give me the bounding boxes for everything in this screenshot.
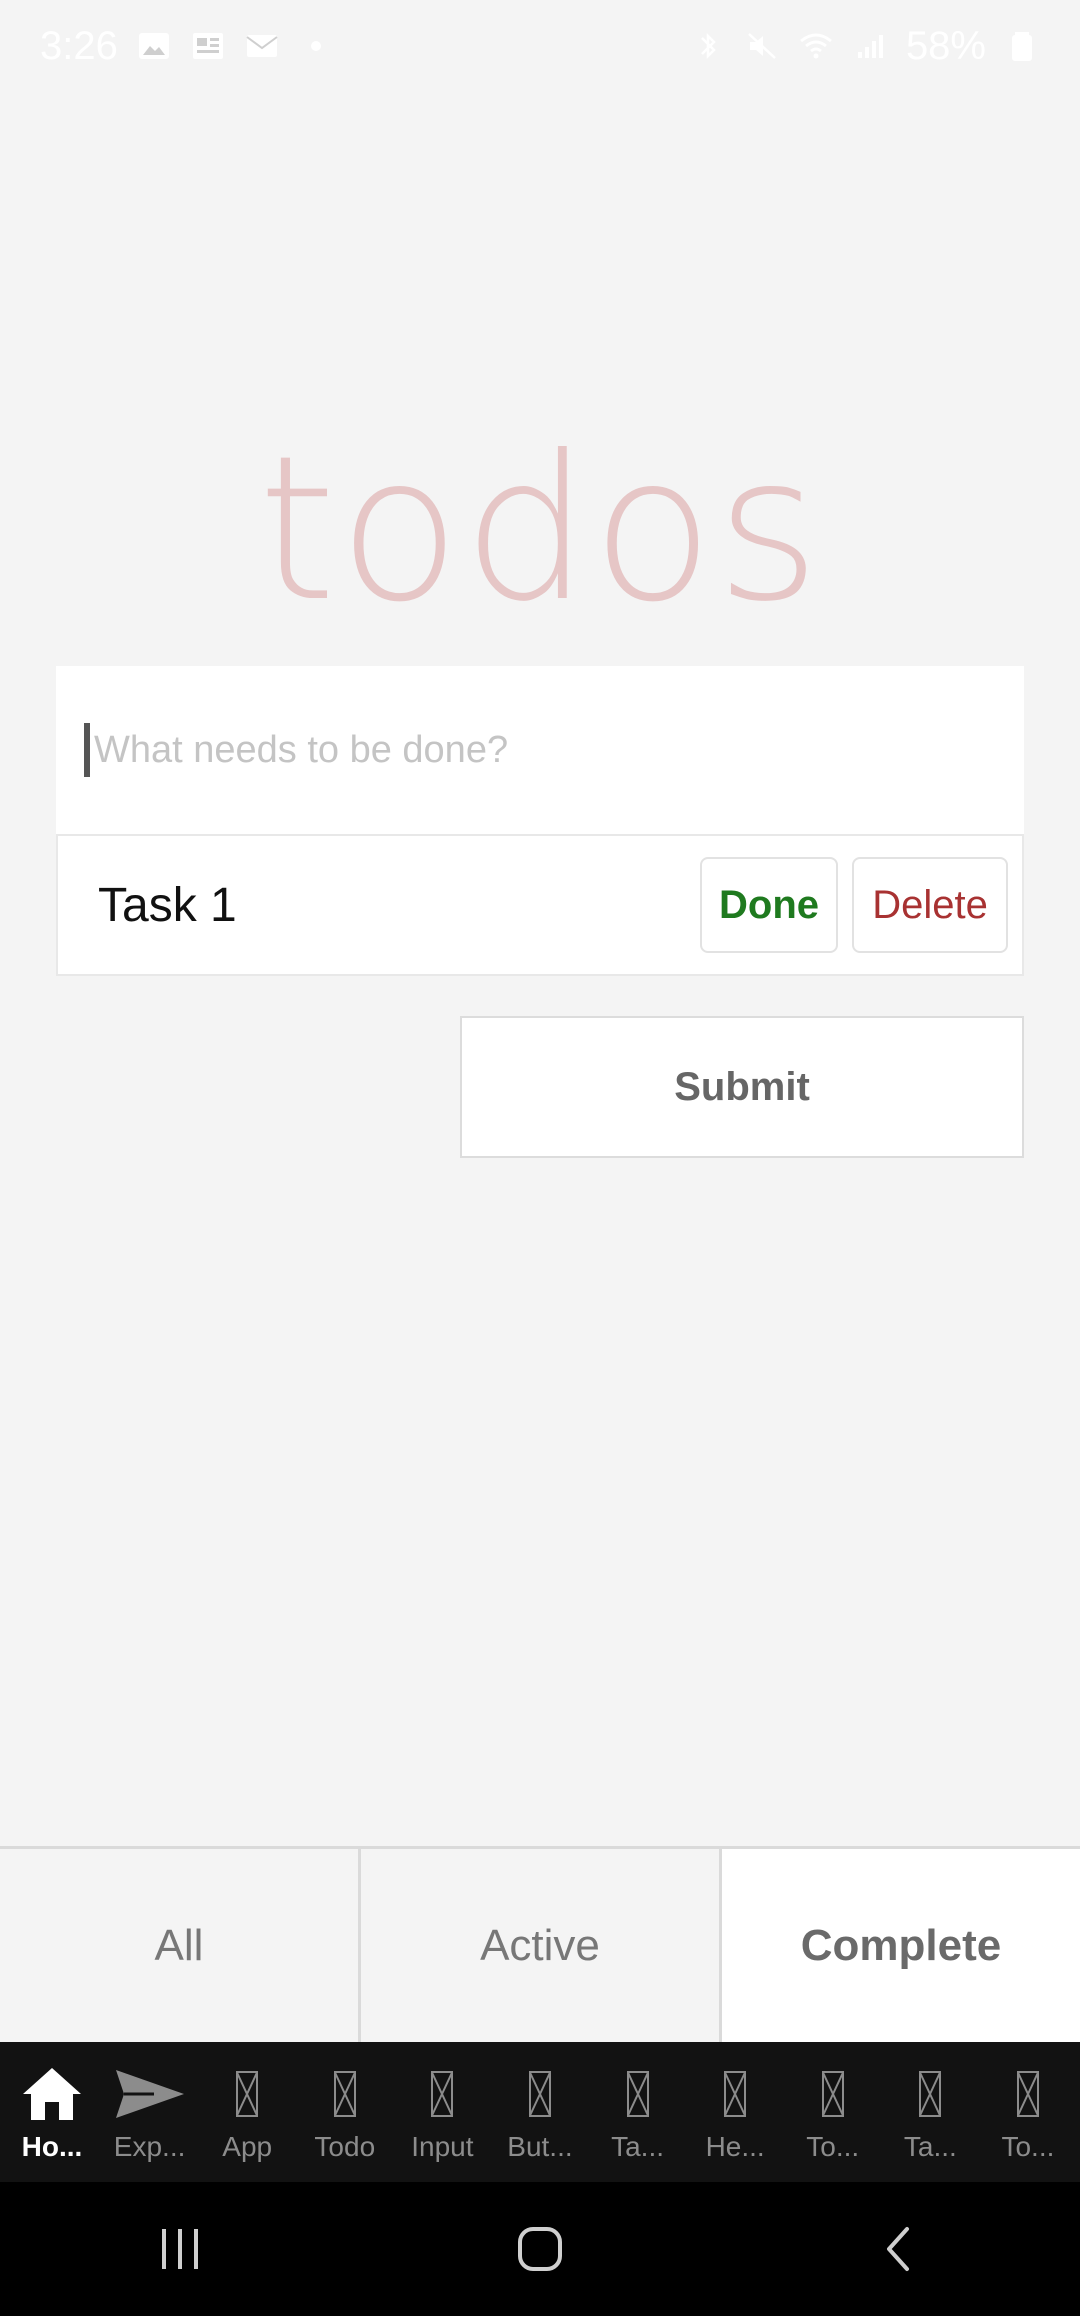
nav-item-ta-1[interactable]: Ta... <box>590 2061 686 2163</box>
missing-glyph-icon <box>626 2071 649 2117</box>
nav-item-home[interactable]: Ho... <box>4 2061 100 2163</box>
filter-tab-active[interactable]: Active <box>358 1849 719 2042</box>
nav-item-ta-2[interactable]: Ta... <box>882 2061 978 2163</box>
filter-tab-complete[interactable]: Complete <box>719 1849 1080 2042</box>
image-icon <box>138 33 169 59</box>
todo-item-label: Task 1 <box>98 878 237 932</box>
nav-item-app[interactable]: App <box>199 2061 295 2163</box>
status-bar: 3:26 58% <box>0 0 1080 92</box>
home-circle-icon <box>518 2227 562 2271</box>
submit-button[interactable]: Submit <box>460 1016 1024 1158</box>
nav-label: Input <box>411 2131 474 2162</box>
nav-item-button[interactable]: But... <box>492 2061 588 2163</box>
home-system-button[interactable] <box>480 2209 600 2289</box>
recents-icon <box>162 2229 198 2269</box>
nav-label: He... <box>705 2131 765 2162</box>
nav-label: Ta... <box>903 2131 957 2162</box>
bottom-navigation: Ho... Exp... App Todo Input But... Ta...… <box>0 2042 1080 2182</box>
nav-label: But... <box>507 2131 573 2162</box>
missing-glyph-icon <box>919 2071 942 2117</box>
missing-glyph-icon <box>724 2071 747 2117</box>
filter-tabs: All Active Complete <box>0 1846 1080 2042</box>
nav-item-explore[interactable]: Exp... <box>102 2061 198 2163</box>
nav-label: Ho... <box>21 2131 83 2162</box>
nav-item-to-2[interactable]: To... <box>980 2061 1076 2163</box>
delete-button[interactable]: Delete <box>852 857 1008 953</box>
back-button[interactable] <box>840 2209 960 2289</box>
wifi-icon <box>800 33 832 59</box>
mute-icon <box>748 33 776 59</box>
nav-label: To... <box>1001 2131 1055 2162</box>
missing-glyph-icon <box>528 2071 551 2117</box>
recents-button[interactable] <box>120 2209 240 2289</box>
missing-glyph-icon <box>333 2071 356 2117</box>
battery-icon <box>1012 32 1032 61</box>
new-todo-input[interactable] <box>92 727 976 773</box>
nav-item-todo[interactable]: Todo <box>297 2061 393 2163</box>
nav-item-to-1[interactable]: To... <box>785 2061 881 2163</box>
signal-icon <box>857 35 883 58</box>
missing-glyph-icon <box>431 2071 454 2117</box>
bluetooth-icon <box>701 32 716 60</box>
status-left: 3:26 <box>40 24 334 69</box>
nav-label: To... <box>806 2131 860 2162</box>
status-right: 58% <box>690 24 1040 69</box>
done-button[interactable]: Done <box>700 857 838 953</box>
nav-item-input[interactable]: Input <box>394 2061 490 2163</box>
news-icon <box>192 33 223 59</box>
filter-tab-all[interactable]: All <box>0 1849 358 2042</box>
text-cursor <box>84 723 90 777</box>
nav-label: Ta... <box>611 2131 665 2162</box>
battery-percent: 58% <box>905 23 986 68</box>
mail-icon <box>246 35 278 57</box>
dot-icon <box>310 41 321 51</box>
missing-glyph-icon <box>236 2071 259 2117</box>
nav-label: Todo <box>314 2131 376 2162</box>
system-navigation-bar <box>0 2182 1080 2316</box>
status-time: 3:26 <box>40 23 118 68</box>
nav-item-he[interactable]: He... <box>687 2061 783 2163</box>
missing-glyph-icon <box>1016 2071 1039 2117</box>
back-chevron-icon <box>887 2227 909 2271</box>
app-title: todos <box>257 413 823 646</box>
home-icon <box>23 2068 81 2120</box>
missing-glyph-icon <box>821 2071 844 2117</box>
nav-label: App <box>222 2131 273 2162</box>
nav-label: Exp... <box>113 2131 186 2162</box>
send-icon <box>115 2070 184 2118</box>
todo-item: Task 1 Done Delete <box>56 834 1024 976</box>
new-todo-container <box>56 666 1024 834</box>
